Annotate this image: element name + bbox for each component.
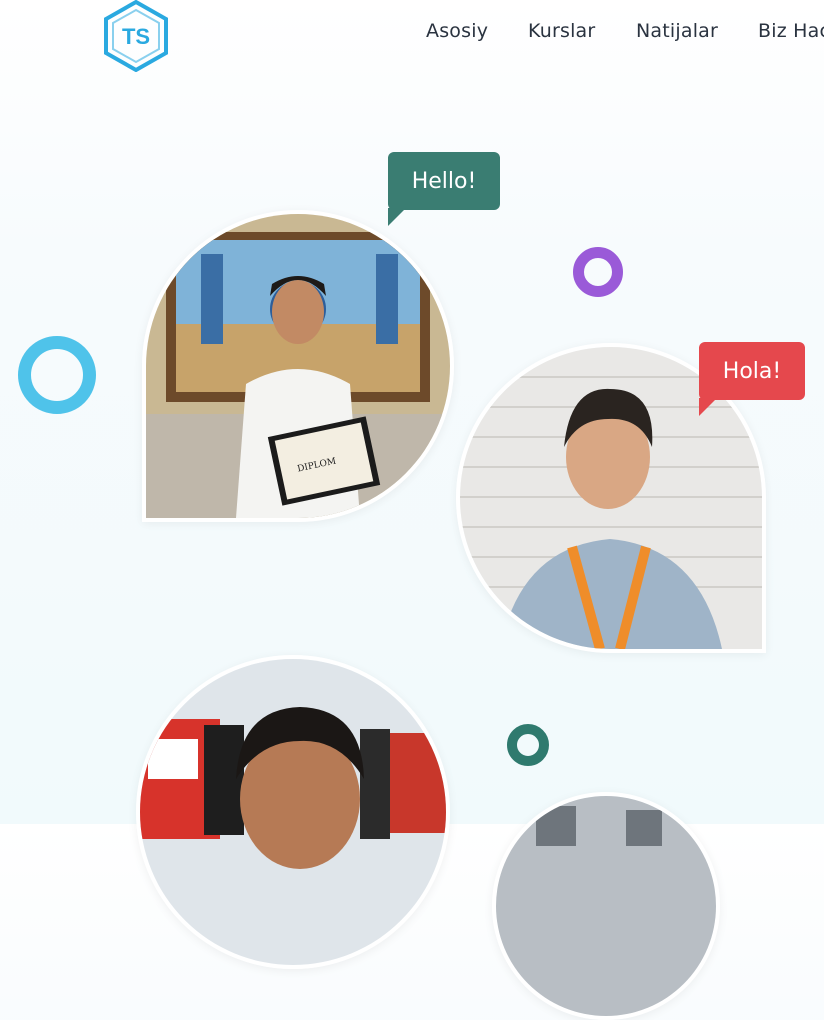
main-nav: Asosiy Kurslar Natijalar Biz Hac [0,20,824,50]
greeting-text: Hello! [411,168,477,194]
greeting-text: Hola! [722,358,782,384]
greeting-bubble-hello: Hello! [388,152,500,226]
nav-link-biz-haqimizda[interactable]: Biz Hac [758,20,824,42]
greeting-bubble-hola: Hola! [699,342,805,416]
nav-link-kurslar[interactable]: Kurslar [528,20,595,42]
nav-link-natijalar[interactable]: Natijalar [636,20,718,42]
partial-photo [492,792,720,1020]
decor-ring-blue [18,336,96,414]
site-header: TS Asosiy Kurslar Natijalar Biz Hac [0,0,824,73]
young-man-with-books-photo [136,655,450,969]
man-with-diploma-photo: DIPLOM [142,210,454,522]
decor-ring-teal [507,724,549,766]
nav-link-asosiy[interactable]: Asosiy [426,20,488,42]
decor-ring-purple [573,247,623,297]
